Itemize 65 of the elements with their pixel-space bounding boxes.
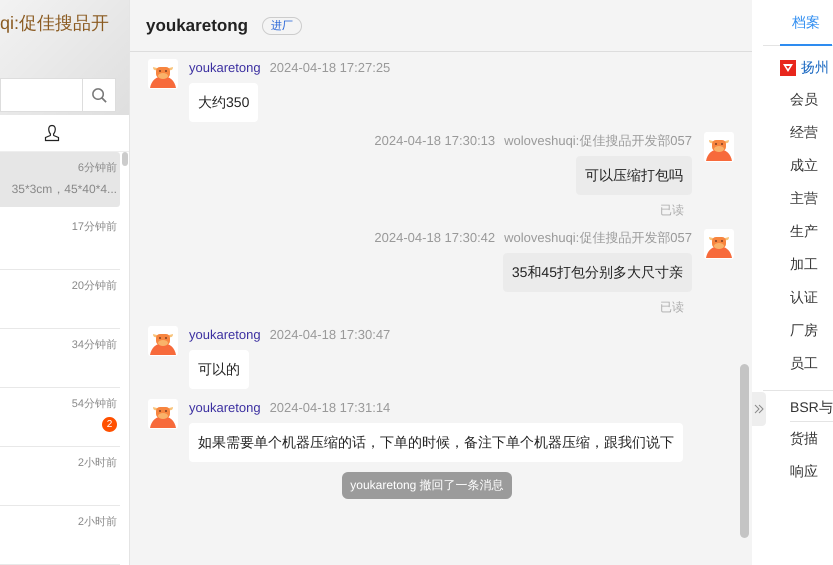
recall-notice: youkaretong 撤回了一条消息 xyxy=(342,472,512,499)
message-bubble: 如果需要单个机器压缩的话，下单的时候，备注下单个机器压缩，跟我们说下 xyxy=(189,423,683,462)
message-time: 2024-04-18 17:30:42 xyxy=(374,229,496,247)
sender-name: youkaretong xyxy=(189,399,261,417)
sender-name: youkaretong xyxy=(189,326,261,344)
read-status: 已读 xyxy=(660,202,684,219)
profile-field-label: 加工 xyxy=(790,255,819,274)
sender-name: woloveshuqi:促佳搜品开发部057 xyxy=(504,229,692,247)
section-title: BSR与 xyxy=(790,399,833,422)
search-button[interactable] xyxy=(82,78,116,112)
profile-field-label: 生产 xyxy=(790,222,819,241)
shop-logo-icon xyxy=(780,60,796,76)
message-preview: 35*3cm，45*40*4... xyxy=(12,181,117,198)
conversation-item[interactable]: 17分钟前 xyxy=(0,211,120,270)
message-bubble: 可以压缩打包吗 xyxy=(576,156,692,195)
conversation-item[interactable]: 2小时前 xyxy=(0,506,120,565)
message-bubble: 大约350 xyxy=(189,83,258,122)
message-time: 2024-04-18 17:30:47 xyxy=(270,326,390,344)
conversation-time: 2小时前 xyxy=(78,456,117,470)
company-name: 扬州 xyxy=(801,59,829,77)
expand-panel-button[interactable] xyxy=(752,392,766,426)
conversation-time: 54分钟前 xyxy=(72,397,117,411)
profile-field-label: 会员 xyxy=(790,90,819,109)
sender-name: woloveshuqi:促佳搜品开发部057 xyxy=(504,132,692,150)
conversation-time: 2小时前 xyxy=(78,515,117,529)
conversation-item[interactable]: 34分钟前 xyxy=(0,329,120,388)
stat-label: 响应 xyxy=(789,462,819,481)
profile-field-label: 成立 xyxy=(790,156,819,175)
conversation-time: 6分钟前 xyxy=(78,161,117,175)
conversation-time: 34分钟前 xyxy=(72,338,117,352)
chat-title: youkaretong xyxy=(146,16,248,36)
conversation-item[interactable]: 54分钟前 2 xyxy=(0,388,120,447)
message-time: 2024-04-18 17:27:25 xyxy=(270,59,390,77)
profile-field-label: 主营 xyxy=(790,189,819,208)
stat-label: 货描 xyxy=(789,429,819,448)
read-status: 已读 xyxy=(660,299,684,316)
contacts-tab-icon[interactable] xyxy=(44,124,60,142)
scrollbar-thumb[interactable] xyxy=(122,152,128,166)
bull-avatar xyxy=(148,59,178,89)
search-icon xyxy=(90,86,108,104)
bull-avatar xyxy=(148,399,178,429)
bull-avatar xyxy=(704,132,734,162)
conversation-time: 20分钟前 xyxy=(72,279,117,293)
unread-badge: 2 xyxy=(102,417,117,432)
conversation-item[interactable]: 20分钟前 xyxy=(0,270,120,329)
profile-field-label: 厂房 xyxy=(790,321,819,340)
double-chevron-icon xyxy=(754,403,764,415)
message-bubble: 可以的 xyxy=(189,350,249,389)
profile-tab[interactable]: 档案 xyxy=(780,0,832,46)
message-time: 2024-04-18 17:30:13 xyxy=(374,132,496,150)
bull-avatar xyxy=(704,229,734,259)
search-field[interactable] xyxy=(0,78,82,112)
message-time: 2024-04-18 17:31:14 xyxy=(270,399,390,417)
sender-name: youkaretong xyxy=(189,59,261,77)
conversation-item[interactable]: 2小时前 xyxy=(0,447,120,506)
conversation-item[interactable]: 6分钟前 35*3cm，45*40*4... xyxy=(0,152,120,207)
scrollbar-thumb[interactable] xyxy=(740,364,749,538)
conversation-time: 17分钟前 xyxy=(72,220,117,234)
message-bubble: 35和45打包分别多大尺寸亲 xyxy=(502,253,692,292)
account-title: qi:促佳搜品开 xyxy=(0,12,110,35)
profile-field-label: 认证 xyxy=(790,288,819,307)
profile-field-label: 经营 xyxy=(790,123,819,142)
tag-label: 进厂 xyxy=(262,16,302,34)
bull-avatar xyxy=(148,326,178,356)
profile-field-label: 员工 xyxy=(790,354,819,373)
